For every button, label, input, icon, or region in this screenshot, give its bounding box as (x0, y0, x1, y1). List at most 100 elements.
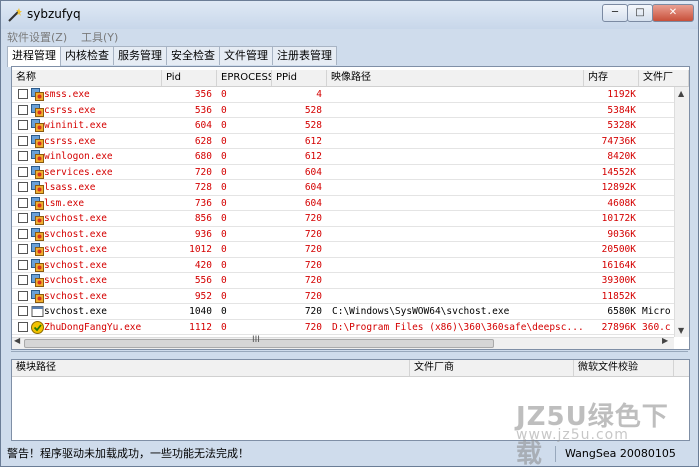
scroll-down-icon[interactable]: ▼ (678, 326, 684, 335)
row-checkbox[interactable] (18, 321, 28, 332)
cell-mem: 5328K (607, 120, 636, 131)
cell-ppid: 612 (304, 135, 322, 147)
cell-mem: 27896K (601, 321, 636, 333)
cell-ppid: 720 (304, 321, 322, 333)
row-checkbox[interactable] (18, 89, 28, 99)
title-bar[interactable]: sybzufyq ─ □ ✕ (1, 1, 698, 29)
table-row[interactable]: svchost.exe 1012 0 720 20500K (12, 242, 674, 258)
process-icon (31, 289, 44, 303)
tab-registry[interactable]: 注册表管理 (272, 46, 337, 65)
app-wand-icon (7, 7, 23, 23)
cell-name: svchost.exe (44, 244, 107, 255)
cell-name: lsm.exe (44, 197, 85, 209)
table-row[interactable]: wininit.exe 604 0 528 5328K (12, 118, 674, 134)
row-checkbox[interactable] (18, 259, 28, 270)
cell-path (332, 149, 582, 164)
cell-vendor (642, 258, 674, 273)
cell-path: D:\Program Files (x86)\360\360safe\deeps… (332, 321, 582, 333)
tab-process[interactable]: 进程管理 (7, 46, 61, 67)
row-checkbox[interactable] (18, 166, 28, 177)
table-row[interactable]: csrss.exe 536 0 528 5384K (12, 103, 674, 118)
menu-tools[interactable]: 工具(Y) (81, 30, 118, 46)
column-header-name[interactable]: 名称 (12, 70, 162, 86)
row-checkbox[interactable] (18, 213, 28, 223)
column-header-ms-verify[interactable]: 微软文件校验 (574, 360, 674, 376)
row-checkbox[interactable] (18, 182, 28, 192)
maximize-button[interactable]: □ (627, 4, 653, 22)
vertical-scrollbar[interactable]: ▲ ▼ (674, 87, 689, 337)
row-checkbox[interactable] (18, 290, 28, 301)
table-row[interactable]: svchost.exe 420 0 720 16164K (12, 258, 674, 273)
column-header-module-path[interactable]: 模块路径 (12, 360, 410, 376)
table-row[interactable]: winlogon.exe 680 0 612 8420K (12, 149, 674, 165)
row-checkbox[interactable] (18, 197, 28, 208)
cell-path (332, 258, 582, 273)
row-checkbox[interactable] (18, 275, 28, 285)
column-header-ppid[interactable]: PPid (272, 70, 327, 86)
row-checkbox[interactable] (18, 120, 28, 130)
tab-services[interactable]: 服务管理 (113, 46, 167, 65)
cell-name: smss.exe (44, 89, 90, 100)
cell-eprocess: 0 (221, 104, 227, 116)
row-checkbox[interactable] (18, 135, 28, 146)
cell-name: svchost.exe (44, 275, 107, 286)
column-header-pid[interactable]: Pid (162, 70, 217, 86)
process-icon (31, 274, 44, 287)
table-row[interactable]: csrss.exe 628 0 612 74736K (12, 134, 674, 149)
table-row[interactable]: svchost.exe 1040 0 720 C:\Windows\SysWOW64\s… (12, 304, 674, 320)
table-row[interactable]: ZhuDongFangYu.exe 1112 0 720 D:\Program File… (12, 320, 674, 335)
row-checkbox[interactable] (18, 244, 28, 254)
column-header-path[interactable]: 映像路径 (327, 70, 584, 86)
scroll-right-icon[interactable]: ▶ (662, 336, 668, 345)
scroll-up-icon[interactable]: ▲ (678, 89, 684, 98)
cell-pid: 680 (194, 151, 212, 162)
cell-pid: 556 (194, 275, 212, 286)
row-checkbox[interactable] (18, 306, 28, 316)
tab-files[interactable]: 文件管理 (219, 46, 273, 65)
table-row[interactable]: svchost.exe 952 0 720 11852K (12, 289, 674, 304)
horizontal-scrollbar[interactable]: ◀ III ▶ (12, 335, 674, 349)
tab-kernel[interactable]: 内核检查 (60, 46, 114, 65)
row-checkbox[interactable] (18, 228, 28, 239)
table-row[interactable]: lsm.exe 736 0 604 4608K (12, 196, 674, 211)
cell-ppid: 720 (304, 228, 322, 240)
cell-eprocess: 0 (221, 228, 227, 240)
column-header-vendor[interactable]: 文件厂 (639, 70, 689, 86)
cell-pid: 1040 (189, 306, 212, 317)
table-row[interactable]: smss.exe 356 0 4 1192K (12, 87, 674, 103)
process-icon (31, 165, 44, 179)
row-checkbox[interactable] (18, 151, 28, 161)
cell-vendor (642, 211, 674, 226)
menu-bar: 软件设置(Z) 工具(Y) (7, 30, 128, 46)
scroll-left-icon[interactable]: ◀ (14, 336, 20, 345)
cell-path (332, 165, 582, 180)
cell-vendor (642, 165, 674, 180)
cell-pid: 1012 (189, 244, 212, 255)
cell-vendor (642, 227, 674, 242)
column-header-eprocess[interactable]: EPROCESS (217, 70, 272, 86)
column-header-memory[interactable]: 内存 (584, 70, 639, 86)
column-header-file-vendor[interactable]: 文件厂商 (410, 360, 574, 376)
menu-settings[interactable]: 软件设置(Z) (7, 30, 67, 46)
cell-mem: 12892K (601, 182, 636, 193)
table-row[interactable]: lsass.exe 728 0 604 12892K (12, 180, 674, 196)
window-title: sybzufyq (27, 7, 81, 21)
table-row[interactable]: svchost.exe 856 0 720 10172K (12, 211, 674, 227)
table-row[interactable]: svchost.exe 936 0 720 9036K (12, 227, 674, 242)
table-row[interactable]: svchost.exe 556 0 720 39300K (12, 273, 674, 289)
row-checkbox[interactable] (18, 104, 28, 115)
close-button[interactable]: ✕ (652, 4, 694, 22)
pane-splitter[interactable] (11, 351, 688, 356)
cell-path: C:\Windows\SysWOW64\svchost.exe (332, 306, 510, 317)
cell-eprocess: 0 (221, 89, 227, 100)
minimize-button[interactable]: ─ (602, 4, 628, 22)
tab-security[interactable]: 安全检查 (166, 46, 220, 65)
table-row[interactable]: services.exe 720 0 604 14552K (12, 165, 674, 180)
cell-vendor (642, 242, 674, 257)
process-icon (31, 212, 44, 225)
process-icon (31, 181, 44, 194)
process-icon (31, 258, 44, 272)
cell-pid: 936 (194, 228, 212, 240)
cell-eprocess: 0 (221, 306, 227, 317)
cell-eprocess: 0 (221, 244, 227, 255)
